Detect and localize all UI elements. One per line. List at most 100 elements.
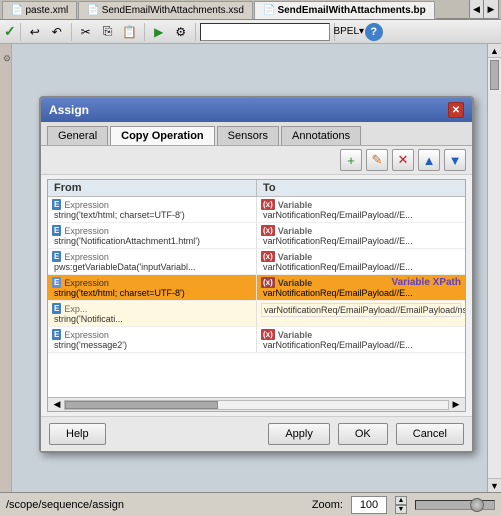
scroll-left-btn[interactable]: ◀	[50, 399, 64, 410]
zoom-input[interactable]	[351, 496, 387, 514]
add-copy-btn[interactable]: +	[340, 149, 362, 171]
move-down-btn[interactable]: ▼	[444, 149, 466, 171]
tab-empty-space	[436, 18, 469, 19]
to-type-2: Variable	[278, 252, 313, 262]
scroll-right-btn[interactable]: ▶	[449, 399, 463, 410]
cell-from-5: E Expression string('message2')	[48, 327, 257, 352]
scroll-thumb-vert	[490, 60, 499, 90]
check-mark-icon: ✓	[4, 23, 16, 40]
scroll-up-btn[interactable]: ▲	[488, 44, 501, 58]
zoom-down-btn[interactable]: ▼	[395, 505, 407, 514]
dialog-title: Assign	[49, 103, 89, 117]
edit-copy-btn[interactable]: ✎	[366, 149, 388, 171]
move-up-btn[interactable]: ▲	[418, 149, 440, 171]
to-val-5: varNotificationReq/EmailPayload//E...	[261, 340, 461, 350]
table-row-selected[interactable]: E Expression string('text/html; charset=…	[48, 275, 465, 301]
cell-from-0: E Expression string('text/html; charset=…	[48, 197, 257, 222]
dialog-backdrop: Assign ✕ General Copy Operation Sensors	[12, 88, 501, 468]
cell-to-4: varNotificationReq/EmailPayload//EmailPa…	[257, 301, 465, 326]
zoom-slider[interactable]	[415, 500, 495, 510]
nav-arrows: ◀ ▶	[469, 0, 499, 19]
dialog-close-button[interactable]: ✕	[448, 102, 464, 118]
table-row[interactable]: E Expression pws:getVariableData('inputV…	[48, 249, 465, 275]
cancel-button[interactable]: Cancel	[396, 423, 464, 445]
from-val-0: string('text/html; charset=UTF-8')	[52, 210, 252, 220]
to-type-0: Variable	[278, 200, 313, 210]
from-type-0: Expression	[64, 200, 109, 210]
expression-icon: E	[52, 225, 61, 236]
nav-prev-button[interactable]: ◀	[470, 0, 484, 18]
table-row[interactable]: E Expression string('text/html; charset=…	[48, 197, 465, 223]
tab-copy-operation[interactable]: Copy Operation	[110, 126, 215, 145]
app-toolbar: ✓ ↩ ↶ ✂ ⎘ 📋 ▶ ⚙ BPEL▾ ?	[0, 20, 501, 44]
from-type-4: Exp...	[64, 304, 87, 314]
file-tab-paste[interactable]: 📄 paste.xml	[2, 1, 77, 19]
vertical-scrollbar[interactable]: ▲ ▼	[487, 44, 501, 492]
file-tab-bp[interactable]: 📄 SendEmailWithAttachments.bp	[254, 1, 435, 19]
file-tab-xsd[interactable]: 📄 SendEmailWithAttachments.xsd	[78, 1, 253, 19]
cell-to-5: (x) Variable varNotificationReq/EmailPay…	[257, 327, 465, 352]
toolbar-copy-btn[interactable]: ⎘	[98, 22, 118, 42]
zoom-spinner: ▲ ▼	[395, 496, 407, 514]
from-val-3: string('text/html; charset=UTF-8')	[52, 288, 252, 298]
to-type-1: Variable	[278, 226, 313, 236]
toolbar-settings-btn[interactable]: ⚙	[171, 22, 191, 42]
cell-from-3: E Expression string('text/html; charset=…	[48, 275, 257, 300]
cell-to-3: (x) Variable Variable XPath varNotificat…	[257, 275, 465, 300]
sep4	[195, 23, 196, 41]
sep2	[71, 23, 72, 41]
toolbar-cut-btn[interactable]: ✂	[76, 22, 96, 42]
zoom-up-btn[interactable]: ▲	[395, 496, 407, 505]
toolbar-run-btn[interactable]: ▶	[149, 22, 169, 42]
status-bar: /scope/sequence/assign Zoom: ▲ ▼	[0, 492, 501, 516]
table-row[interactable]: E Expression string('NotificationAttachm…	[48, 223, 465, 249]
expression-icon: E	[52, 199, 61, 210]
apply-button[interactable]: Apply	[268, 423, 330, 445]
assign-dialog: Assign ✕ General Copy Operation Sensors	[39, 96, 474, 453]
zoom-label: Zoom:	[312, 499, 343, 511]
tab-sensors[interactable]: Sensors	[217, 126, 279, 145]
col-from: From	[48, 180, 257, 196]
main-area: ⚙ Assign ✕ General Copy	[0, 44, 501, 492]
horizontal-scrollbar[interactable]: ◀ ▶	[48, 397, 465, 411]
to-val-0: varNotificationReq/EmailPayload//E...	[261, 210, 461, 220]
scroll-track-vert	[488, 58, 501, 478]
sidebar-strip: ⚙	[0, 44, 12, 492]
bpel-btn[interactable]: BPEL▾	[339, 22, 359, 42]
from-val-1: string('NotificationAttachment1.html')	[52, 236, 252, 246]
table-row[interactable]: E Expression string('message2') (x) Vari…	[48, 327, 465, 353]
from-val-2: pws:getVariableData('inputVariabl...	[52, 262, 252, 272]
sep1	[20, 23, 21, 41]
help-icon-btn[interactable]: ?	[365, 23, 383, 41]
table-row[interactable]: E Exp... string('Notificati... varNotifi…	[48, 301, 465, 327]
table-body[interactable]: E Expression string('text/html; charset=…	[48, 197, 465, 397]
search-input[interactable]	[200, 23, 330, 41]
variable-xpath-tooltip: Variable XPath	[392, 277, 461, 288]
file-tabs: 📄 paste.xml 📄 SendEmailWithAttachments.x…	[0, 0, 501, 20]
from-type-5: Expression	[64, 330, 109, 340]
bp-icon: 📄	[263, 5, 275, 16]
tab-general[interactable]: General	[47, 126, 108, 145]
scroll-track[interactable]	[64, 400, 449, 410]
tab-annotations[interactable]: Annotations	[281, 126, 361, 145]
from-val-4: string('Notificati...	[52, 314, 252, 324]
delete-copy-btn[interactable]: ✕	[392, 149, 414, 171]
dialog-titlebar: Assign ✕	[41, 98, 472, 122]
scroll-down-btn[interactable]: ▼	[488, 478, 501, 492]
cell-from-4: E Exp... string('Notificati...	[48, 301, 257, 326]
expression-icon: E	[52, 303, 61, 314]
toolbar-undo-btn[interactable]: ↶	[47, 22, 67, 42]
to-val-2: varNotificationReq/EmailPayload//E...	[261, 262, 461, 272]
toolbar-paste-btn[interactable]: 📋	[120, 22, 140, 42]
ok-button[interactable]: OK	[338, 423, 388, 445]
from-type-3: Expression	[64, 278, 109, 288]
nav-next-button[interactable]: ▶	[484, 0, 498, 18]
toolbar-back-btn[interactable]: ↩	[25, 22, 45, 42]
scroll-thumb	[65, 401, 218, 409]
variable-icon: (x)	[261, 225, 275, 236]
help-button[interactable]: Help	[49, 423, 106, 445]
table-header: From To	[48, 180, 465, 197]
expression-icon: E	[52, 251, 61, 262]
from-type-1: Expression	[64, 226, 109, 236]
from-type-2: Expression	[64, 252, 109, 262]
